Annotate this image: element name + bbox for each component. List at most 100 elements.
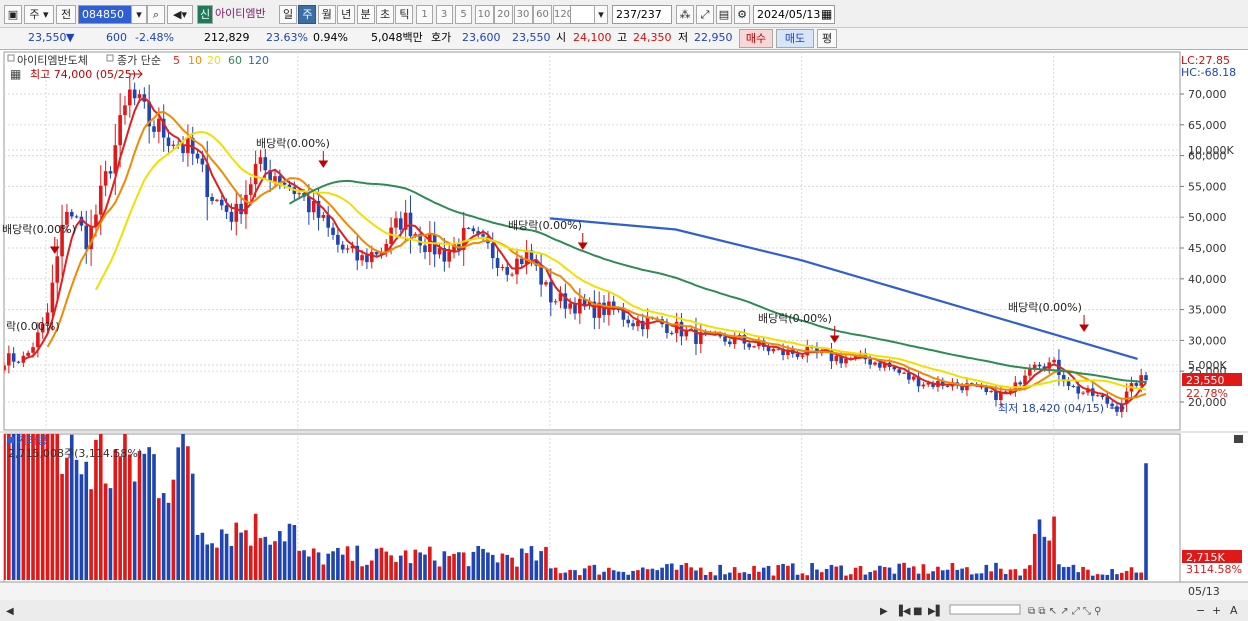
- rewind-icon[interactable]: ▐◀: [895, 604, 911, 617]
- volume-bar-41: [200, 532, 205, 580]
- draw-icon[interactable]: ⤢: [696, 5, 714, 24]
- candle-body-20: [98, 185, 103, 215]
- text-tool-icon[interactable]: A: [1230, 604, 1238, 617]
- volume-bar-211: [1023, 568, 1027, 580]
- period-3[interactable]: 년: [337, 5, 356, 24]
- volume-bar-94: [457, 552, 461, 580]
- scroll-right-icon[interactable]: ▶: [880, 606, 888, 617]
- search-icon[interactable]: ⌕: [147, 5, 165, 24]
- volume-bar-128: [621, 571, 626, 580]
- forward-icon[interactable]: ▶▌: [928, 604, 943, 617]
- volume-bar-29: [142, 453, 147, 580]
- interval-20[interactable]: 20: [494, 5, 513, 24]
- candle-body-64: [311, 200, 316, 213]
- speaker-icon[interactable]: ◀▾: [167, 5, 193, 24]
- dividend-label-2: 배당락(0.00%): [256, 137, 330, 150]
- candle-body-50: [244, 194, 248, 215]
- save-icon[interactable]: ▤: [716, 5, 732, 24]
- count-field[interactable]: 237/237: [612, 5, 672, 24]
- candle-body-41: [200, 158, 205, 165]
- grid-table-icon[interactable]: ▦: [10, 67, 21, 81]
- volume-title: 거래량: [17, 434, 47, 447]
- volume-bar-153: [742, 572, 747, 580]
- calendar-icon[interactable]: ▦: [821, 7, 832, 21]
- buy-button[interactable]: 매수: [739, 29, 773, 48]
- sell-button[interactable]: 매도: [776, 29, 814, 48]
- volume-bar-100: [486, 552, 490, 580]
- window-icon[interactable]: ▣: [4, 5, 22, 24]
- volume-bar-200: [969, 574, 974, 580]
- candle-body-10: [50, 282, 55, 313]
- period-6[interactable]: 틱: [395, 5, 414, 24]
- candle-body-87: [423, 245, 427, 253]
- search-type-button[interactable]: 전: [56, 5, 76, 24]
- volume-bar-162: [786, 565, 790, 580]
- zoom-out-icon[interactable]: −: [1196, 604, 1205, 617]
- period-4[interactable]: 분: [356, 5, 375, 24]
- interval-30[interactable]: 30: [513, 5, 533, 24]
- period-2[interactable]: 월: [317, 5, 336, 24]
- volume-bar-205: [994, 562, 998, 580]
- volume-bar-109: [529, 546, 534, 580]
- volume-bar-163: [790, 563, 795, 580]
- chart-tools-icon[interactable]: ⧉ ⧉ ↖ ↗ ⤢ ⤡ ⚲: [1028, 606, 1101, 617]
- candle-body-190: [921, 384, 926, 387]
- volume-bar-154: [747, 573, 752, 580]
- volume-bar-23: [113, 449, 118, 580]
- interval-5[interactable]: 5: [455, 5, 472, 24]
- volume-bar-67: [326, 553, 331, 580]
- legend-ma-10: 10: [188, 54, 202, 67]
- close-panel-icon[interactable]: [1234, 435, 1243, 443]
- gear-icon[interactable]: ⚙: [734, 5, 750, 24]
- period-5[interactable]: 초: [376, 5, 394, 24]
- volume-bar-141: [684, 563, 689, 580]
- market-select[interactable]: 주 ▾: [24, 5, 54, 24]
- quote-price: 23,550: [28, 31, 67, 44]
- candle-body-22: [108, 171, 113, 174]
- volume-bar-208: [1008, 569, 1013, 580]
- eval-button[interactable]: 평: [817, 29, 837, 48]
- volume-bar-86: [418, 552, 422, 580]
- volume-bar-88: [428, 546, 432, 580]
- volume-bar-140: [679, 564, 684, 580]
- interval-10[interactable]: 10: [474, 5, 494, 24]
- period-0[interactable]: 일: [279, 5, 297, 24]
- candle-body-154: [747, 343, 752, 348]
- toolbar: ▣ 주 ▾ 전 084850 ▾ ⌕ ◀▾ 신 아이티엠반 일주월년분초틱 13…: [0, 0, 1248, 28]
- candle-body-82: [398, 218, 403, 230]
- candle-body-229: [1110, 403, 1114, 407]
- range-dropdown-icon[interactable]: ▾: [594, 5, 608, 24]
- volume-bar-168: [815, 569, 819, 580]
- code-input[interactable]: 084850: [78, 5, 138, 24]
- scroll-left-icon[interactable]: ◀: [6, 606, 14, 617]
- stock-chart[interactable]: 70,00065,00060,00055,00050,00045,00040,0…: [0, 50, 1248, 621]
- candle-body-172: [834, 355, 839, 362]
- candle-body-119: [578, 298, 582, 314]
- period-1[interactable]: 주: [298, 5, 317, 24]
- volume-bar-169: [819, 572, 824, 580]
- candle-body-138: [669, 332, 674, 334]
- volume-bar-228: [1105, 574, 1110, 580]
- interval-60[interactable]: 60: [533, 5, 552, 24]
- volume-bar-165: [800, 573, 805, 580]
- zoom-slider[interactable]: [949, 604, 1021, 615]
- volume-bar-152: [737, 572, 742, 580]
- stop-icon[interactable]: ■: [913, 606, 922, 617]
- link-icon[interactable]: ⁂: [676, 5, 694, 24]
- dropdown-icon[interactable]: ▾: [131, 5, 147, 24]
- volume-bar-80: [389, 555, 393, 580]
- volume-bar-146: [708, 572, 713, 580]
- volume-bar-40: [195, 534, 200, 580]
- zoom-in-icon[interactable]: +: [1212, 604, 1221, 617]
- volume-bar-65: [316, 552, 321, 580]
- candle-body-66: [321, 215, 326, 218]
- volume-bar-195: [945, 569, 950, 580]
- interval-1[interactable]: 1: [416, 5, 433, 24]
- volume-bar-28: [137, 450, 142, 580]
- date-axis-bg: [0, 582, 1248, 600]
- interval-3[interactable]: 3: [435, 5, 453, 24]
- volume-bar-185: [897, 563, 902, 580]
- volume-bar-213: [1032, 534, 1037, 580]
- volume-bar-98: [476, 546, 481, 580]
- volume-bar-222: [1076, 572, 1081, 580]
